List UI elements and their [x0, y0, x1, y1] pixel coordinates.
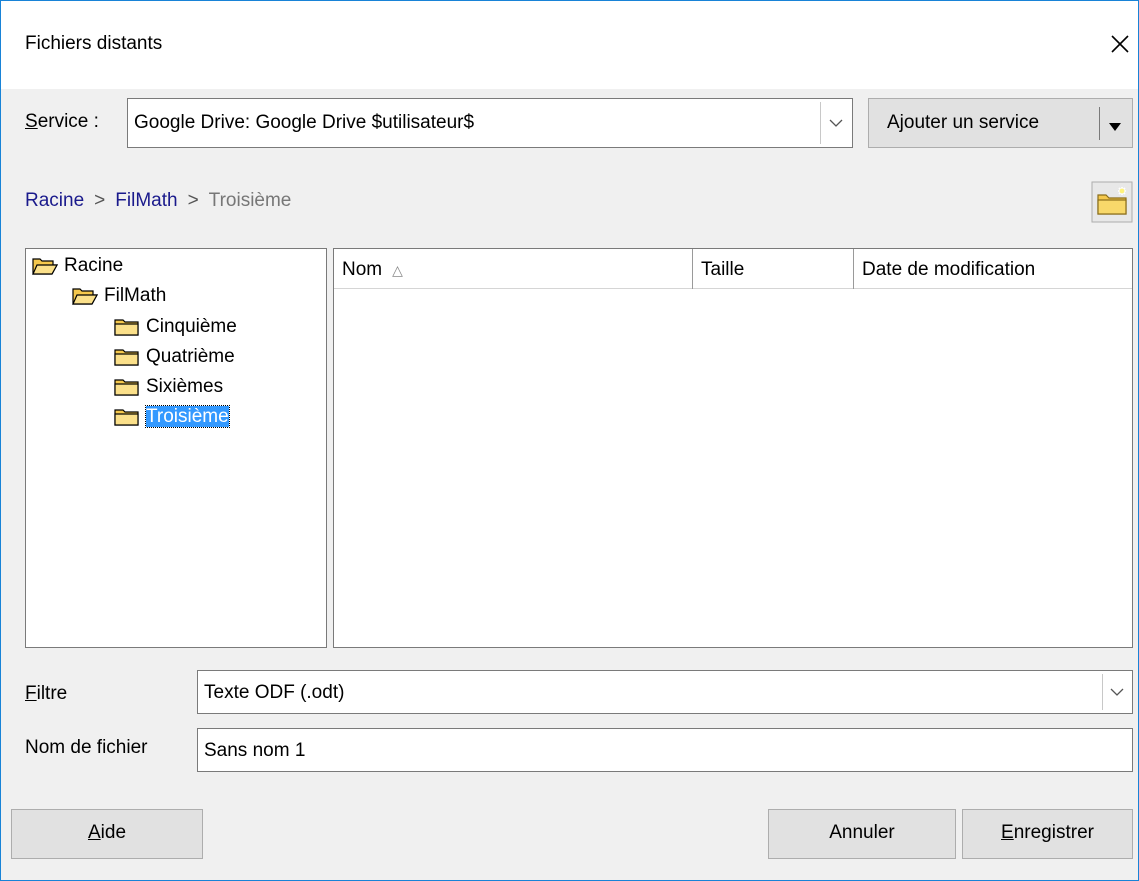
folder-open-icon	[72, 288, 99, 305]
filter-value: Texte ODF (.odt)	[204, 682, 345, 703]
breadcrumb-item-current: Troisième	[208, 190, 292, 211]
tree-item-label: Quatrième	[146, 346, 235, 367]
filename-input[interactable]: Sans nom 1	[197, 728, 1133, 772]
window-title: Fichiers distants	[25, 33, 163, 54]
folder-open-icon	[32, 258, 59, 275]
sort-ascending-icon: △	[392, 262, 403, 278]
folder-tree[interactable]: Racine FilMath Cinquième Quatrième Sixiè…	[25, 248, 327, 648]
add-service-button[interactable]: Ajouter un service	[868, 98, 1133, 148]
filter-label: Filtre	[25, 683, 68, 704]
breadcrumb-item-filmath[interactable]: FilMath	[115, 190, 177, 211]
tree-item-racine[interactable]: Racine	[32, 252, 123, 280]
save-button[interactable]: Enregistrer	[962, 809, 1133, 859]
filter-select[interactable]: Texte ODF (.odt)	[197, 670, 1133, 714]
column-header-date[interactable]: Date de modification	[854, 249, 1132, 289]
tree-item-filmath[interactable]: FilMath	[72, 282, 166, 310]
file-list[interactable]: Nom △ Taille Date de modification	[333, 248, 1133, 648]
new-folder-button[interactable]	[1091, 181, 1133, 223]
folder-icon	[114, 319, 139, 336]
tree-item-cinquieme[interactable]: Cinquième	[114, 313, 237, 341]
add-service-menu-arrow[interactable]	[1107, 117, 1123, 139]
folder-icon	[114, 349, 139, 366]
service-label: Service :	[25, 111, 99, 132]
new-folder-icon	[1091, 181, 1133, 223]
service-dropdown-button[interactable]	[820, 102, 850, 144]
service-select[interactable]: Google Drive: Google Drive $utilisateur$	[127, 98, 853, 148]
service-value: Google Drive: Google Drive $utilisateur$	[134, 112, 475, 133]
column-header-size[interactable]: Taille	[693, 249, 853, 289]
tree-item-label: FilMath	[104, 285, 167, 306]
filename-label: Nom de fichier	[25, 737, 148, 758]
breadcrumb-separator: >	[187, 190, 199, 211]
close-icon	[1111, 35, 1129, 53]
breadcrumb-item-root[interactable]: Racine	[25, 190, 84, 211]
tree-item-troisieme[interactable]: Troisième	[114, 403, 230, 431]
filename-value: Sans nom 1	[204, 740, 306, 761]
column-header-name[interactable]: Nom △	[334, 249, 692, 289]
title-bar: Fichiers distants	[1, 1, 1138, 89]
close-button[interactable]	[1105, 29, 1135, 59]
folder-icon	[114, 379, 139, 396]
tree-item-sixiemes[interactable]: Sixièmes	[114, 373, 223, 401]
tree-item-label: Racine	[64, 255, 124, 276]
breadcrumb-separator: >	[94, 190, 106, 211]
triangle-down-icon	[1109, 123, 1121, 131]
cancel-button[interactable]: Annuler	[768, 809, 956, 859]
tree-item-label: Cinquième	[146, 316, 237, 337]
folder-icon	[114, 409, 139, 426]
split-button-divider	[1099, 107, 1100, 140]
tree-item-label-selected: Troisième	[145, 405, 230, 428]
filter-dropdown-button[interactable]	[1102, 674, 1130, 710]
remote-files-dialog: Fichiers distants Service : Google Drive…	[0, 0, 1139, 881]
chevron-down-icon	[1110, 688, 1124, 696]
tree-item-quatrieme[interactable]: Quatrième	[114, 343, 235, 371]
tree-item-label: Sixièmes	[146, 376, 224, 397]
breadcrumb: Racine > FilMath > Troisième	[25, 190, 291, 212]
file-list-header: Nom △ Taille Date de modification	[334, 249, 1132, 289]
help-button[interactable]: Aide	[11, 809, 203, 859]
add-service-label: Ajouter un service	[887, 112, 1040, 133]
chevron-down-icon	[829, 119, 843, 127]
